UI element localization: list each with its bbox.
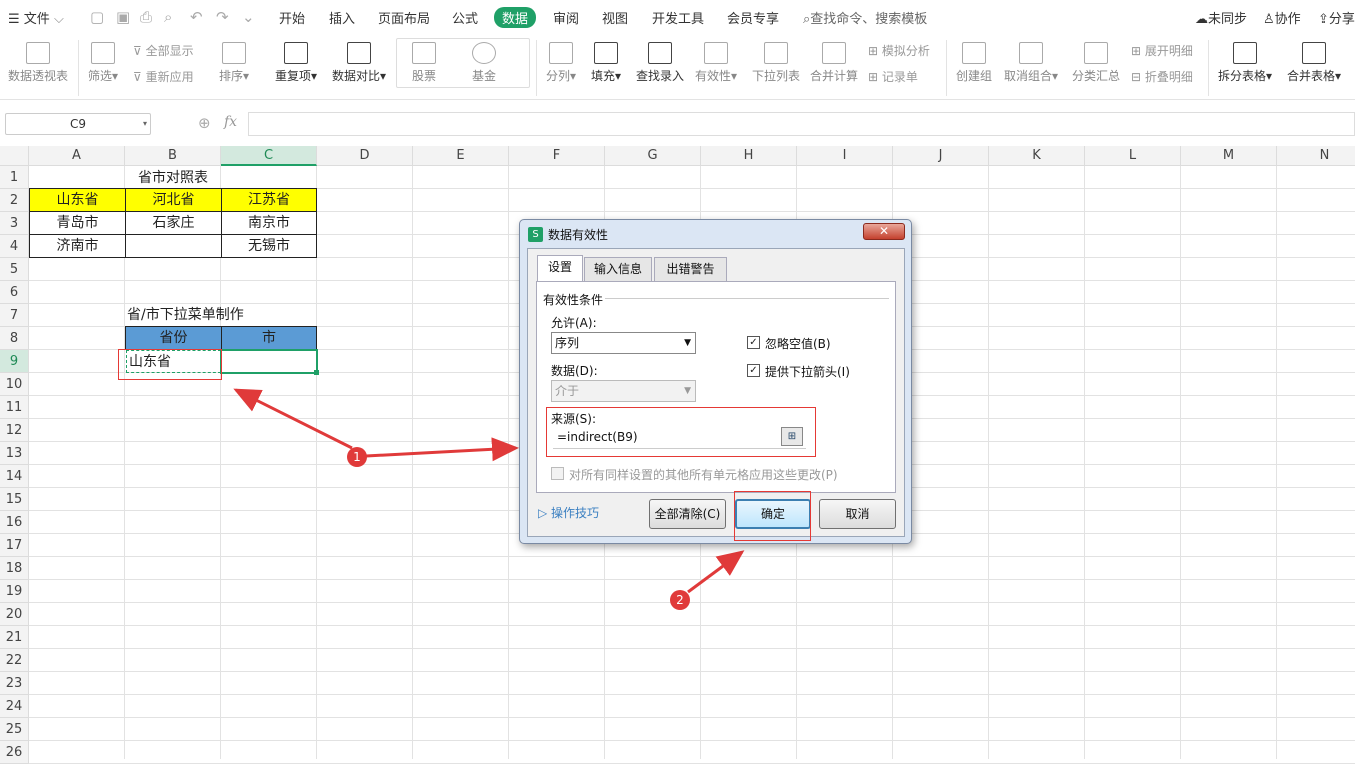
- apply-all-label: 对所有同样设置的其他所有单元格应用这些更改(P): [569, 468, 838, 482]
- tab-error-alert[interactable]: 出错警告: [654, 257, 727, 281]
- cancel-button[interactable]: 取消: [819, 499, 896, 529]
- dropdown-arrow-checkbox[interactable]: ✓: [747, 364, 760, 377]
- settings-panel: 有效性条件 允许(A): 序列 ▼ ✓ 忽略空值(B) 数据(D): 介于 ▼ ✓ …: [536, 281, 896, 493]
- ignore-blank-checkbox[interactable]: ✓: [747, 336, 760, 349]
- tab-settings[interactable]: 设置: [537, 255, 583, 282]
- arrow-to-ok: [687, 550, 745, 594]
- data-select: 介于 ▼: [551, 380, 696, 402]
- clear-all-button[interactable]: 全部清除(C): [649, 499, 726, 529]
- dropdown-arrow-label: 提供下拉箭头(I): [765, 365, 850, 379]
- arrow-to-source: [365, 437, 519, 462]
- arrow-to-b9: [233, 388, 353, 450]
- annotation-box-ok: [734, 491, 811, 541]
- allow-select[interactable]: 序列 ▼: [551, 332, 696, 354]
- section-title: 有效性条件: [543, 293, 604, 307]
- data-validation-dialog: S 数据有效性 ✕ 设置 输入信息 出错警告 有效性条件 允许(A): 序列 ▼ …: [519, 219, 912, 544]
- chevron-down-icon: ▼: [684, 338, 691, 348]
- dialog-body: 设置 输入信息 出错警告 有效性条件 允许(A): 序列 ▼ ✓ 忽略空值(B) …: [527, 248, 905, 537]
- annotation-badge-1: 1: [347, 447, 367, 467]
- annotation-badge-2: 2: [670, 590, 690, 610]
- chevron-down-icon: ▼: [684, 386, 691, 396]
- tab-input-message[interactable]: 输入信息: [584, 257, 652, 281]
- play-circle-icon: ▷: [538, 506, 552, 520]
- annotation-box-source: [546, 407, 816, 457]
- app-logo-icon: S: [528, 227, 543, 242]
- data-label: 数据(D):: [551, 364, 598, 378]
- dialog-title: 数据有效性: [548, 228, 609, 242]
- ignore-blank-label: 忽略空值(B): [765, 337, 831, 351]
- tips-link[interactable]: ▷ 操作技巧: [538, 504, 599, 521]
- section-divider: [605, 298, 889, 299]
- allow-label: 允许(A):: [551, 316, 597, 330]
- apply-all-checkbox[interactable]: [551, 467, 564, 480]
- close-button[interactable]: ✕: [863, 223, 905, 240]
